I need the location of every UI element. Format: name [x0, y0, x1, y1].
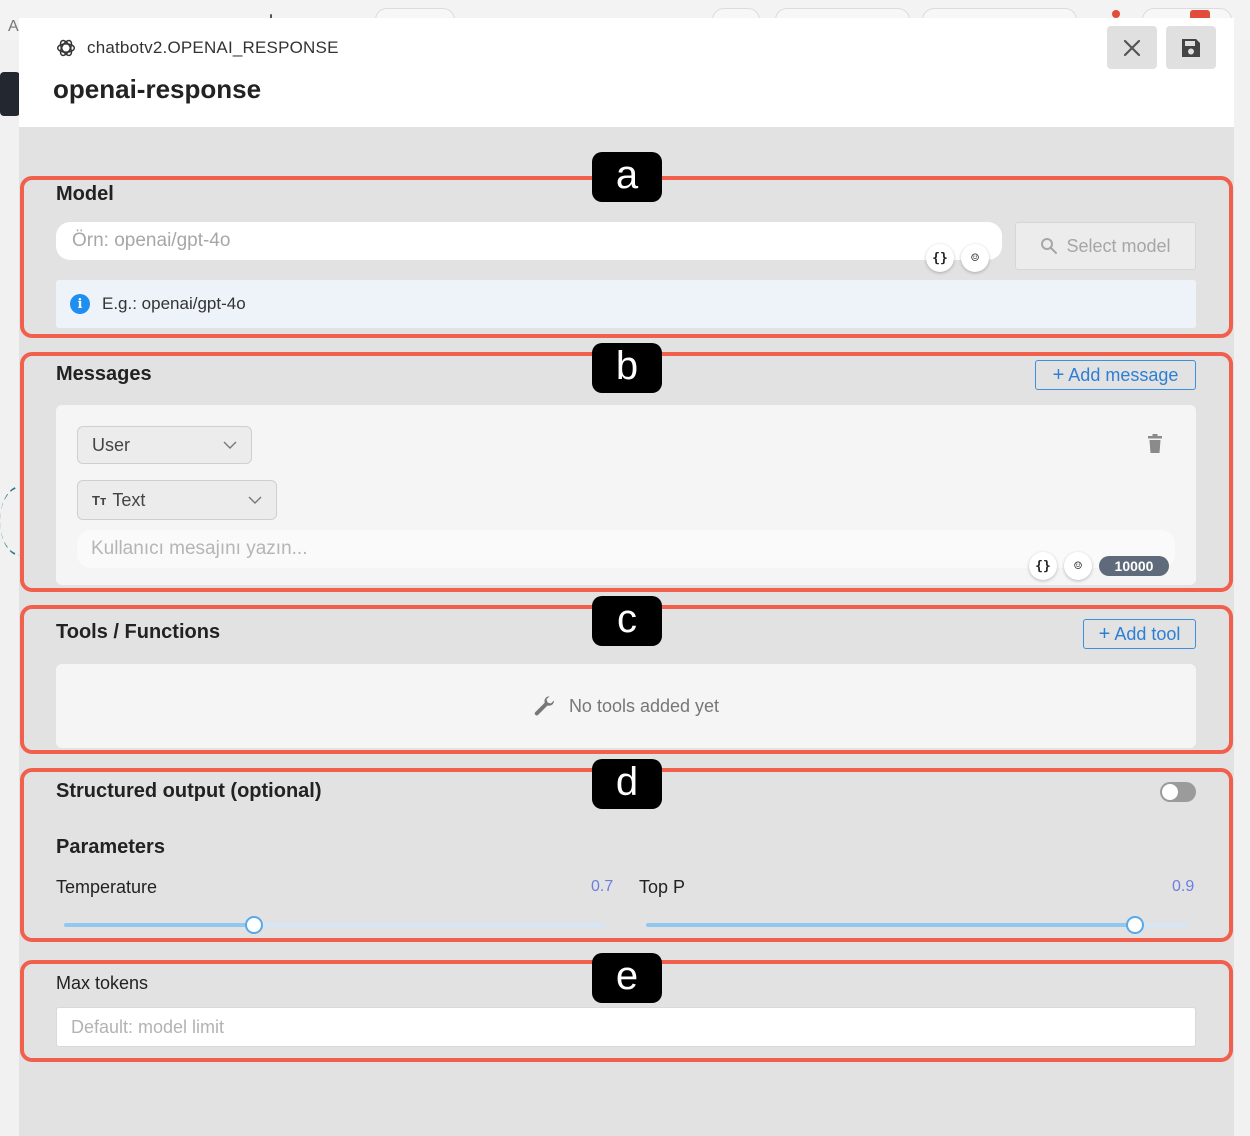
node-type-label: chatbotv2.OPENAI_RESPONSE: [87, 38, 339, 57]
temperature-slider-fill: [64, 923, 254, 927]
close-icon: [1123, 39, 1141, 56]
annotation-badge-e: e: [592, 953, 662, 1003]
wrench-icon: [534, 696, 554, 716]
chevron-down-icon: [248, 496, 262, 504]
max-tokens-input[interactable]: Default: model limit: [56, 1007, 1196, 1047]
annotation-badge-b: b: [592, 343, 662, 393]
message-input[interactable]: Kullanıcı mesajını yazın...: [77, 530, 1175, 568]
top-p-slider-thumb[interactable]: [1125, 916, 1144, 934]
info-icon: i: [70, 294, 90, 314]
char-limit-badge: 10000: [1099, 556, 1169, 576]
plus-icon: +: [1098, 623, 1111, 645]
add-message-button[interactable]: + Add message: [1035, 360, 1196, 390]
top-p-value: 0.9: [1172, 878, 1195, 895]
structured-output-label: Structured output (optional): [56, 780, 322, 802]
emoji-icon[interactable]: ☺: [1064, 552, 1092, 580]
model-input[interactable]: Örn: openai/gpt-4o: [56, 222, 1002, 260]
top-p-label: Top P: [639, 877, 686, 897]
content-type-select[interactable]: Tᴛ Text: [77, 480, 277, 520]
model-label: Model: [56, 183, 114, 205]
text-type-icon: Tᴛ: [92, 492, 107, 508]
role-select[interactable]: User: [77, 426, 252, 464]
role-value: User: [92, 434, 131, 455]
parameters-label: Parameters: [56, 836, 165, 858]
content-type-value: Text: [112, 489, 146, 510]
page-title: openai-response: [53, 74, 262, 104]
toggle-knob: [1162, 784, 1178, 800]
openai-logo-icon: [57, 39, 75, 57]
emoji-icon[interactable]: ☺: [961, 244, 989, 272]
search-icon: [1041, 238, 1058, 254]
structured-output-toggle[interactable]: [1160, 782, 1196, 802]
add-tool-label: Add tool: [1114, 623, 1181, 644]
temperature-label: Temperature: [56, 877, 158, 897]
plus-icon: +: [1052, 364, 1065, 386]
top-p-slider-fill: [646, 923, 1135, 927]
tools-label: Tools / Functions: [56, 621, 221, 643]
model-info-box: i E.g.: openai/gpt-4o: [56, 280, 1196, 328]
temperature-slider-thumb[interactable]: [244, 916, 263, 934]
tools-empty-state: No tools added yet: [56, 664, 1196, 748]
add-message-label: Add message: [1068, 364, 1179, 385]
add-tool-button[interactable]: + Add tool: [1083, 619, 1196, 649]
node-config-modal: chatbotv2.OPENAI_RESPONSE openai-respons…: [19, 18, 1234, 1136]
annotation-badge-c: c: [592, 596, 662, 646]
background-dot: [1112, 10, 1120, 18]
annotation-badge-d: d: [592, 759, 662, 809]
variable-insert-icon[interactable]: {}: [1029, 552, 1057, 580]
close-button[interactable]: [1107, 26, 1157, 69]
background-letter: A: [8, 18, 19, 35]
select-model-label: Select model: [1066, 235, 1171, 256]
annotation-badge-a: a: [592, 152, 662, 202]
temperature-value: 0.7: [591, 878, 614, 895]
messages-label: Messages: [56, 363, 152, 385]
save-icon: [1182, 38, 1200, 57]
select-model-button[interactable]: Select model: [1015, 222, 1196, 270]
max-tokens-label: Max tokens: [56, 973, 149, 993]
delete-message-icon[interactable]: [1147, 434, 1163, 454]
save-button[interactable]: [1166, 26, 1216, 69]
background-panel: [0, 72, 20, 116]
model-info-text: E.g.: openai/gpt-4o: [102, 294, 246, 313]
tools-empty-text: No tools added yet: [568, 695, 720, 716]
chevron-down-icon: [223, 441, 237, 449]
modal-header: chatbotv2.OPENAI_RESPONSE openai-respons…: [19, 18, 1234, 127]
variable-insert-icon[interactable]: {}: [926, 244, 954, 272]
